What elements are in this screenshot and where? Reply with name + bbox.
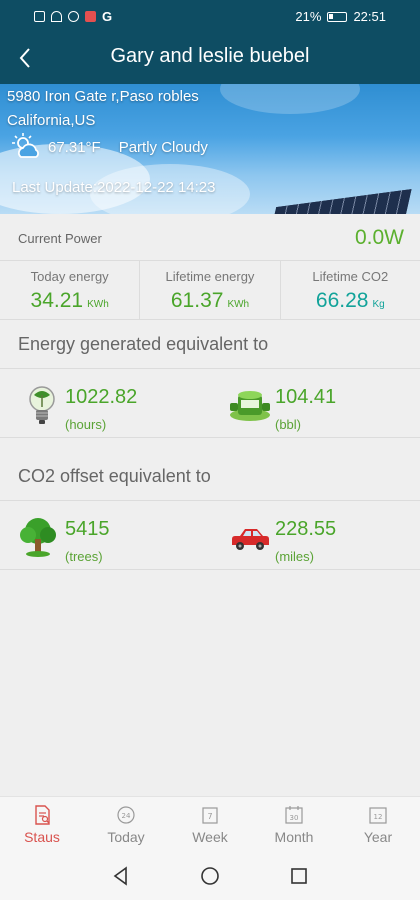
chevron-left-icon <box>19 48 30 68</box>
miles-equivalent: 228.55 (miles) <box>210 501 420 571</box>
system-status-bar: G 21% 22:51 <box>0 0 420 32</box>
last-update: Last Update:2022-12-22 14:23 <box>12 179 216 196</box>
week-calendar-icon: 7 <box>202 807 218 824</box>
oil-equivalent: 104.41 (bbl) <box>210 369 420 439</box>
tab-year[interactable]: 12 Year <box>336 797 420 851</box>
miles-unit: (miles) <box>275 549 314 564</box>
car-icon <box>232 529 269 550</box>
tab-status[interactable]: Staus <box>0 797 84 851</box>
trees-value: 5415 <box>65 518 110 540</box>
tab-year-label: Year <box>363 829 393 845</box>
miles-value: 228.55 <box>275 518 337 540</box>
tab-today[interactable]: 24 Today <box>84 797 168 851</box>
lifetime-co2-value-row: 66.28 Kg <box>281 289 420 313</box>
oil-bbl-unit: (bbl) <box>275 417 302 432</box>
today-day-number: 24 <box>122 812 131 820</box>
bulb-hours-value: 1022.82 <box>65 386 138 408</box>
site-info-banner: 5980 Iron Gate r,Paso robles California,… <box>0 84 420 214</box>
bulb-hours-unit: (hours) <box>65 417 107 432</box>
solar-panel-image <box>270 189 412 214</box>
lifetime-co2: Lifetime CO2 66.28 Kg <box>279 261 420 319</box>
app-header: Gary and leslie buebel <box>0 32 420 84</box>
weather-row: 67.31°F Partly Cloudy <box>12 133 208 161</box>
year-month-number: 12 <box>374 813 383 821</box>
today-energy-unit: KWh <box>87 299 109 310</box>
trees-unit: (trees) <box>65 549 103 564</box>
lifetime-energy: Lifetime energy 61.37 KWh <box>139 261 279 319</box>
weather-condition: Partly Cloudy <box>118 138 208 156</box>
nav-recents-icon[interactable] <box>288 865 310 887</box>
co2-offset-title: CO2 offset equivalent to <box>18 466 211 486</box>
month-day-number: 30 <box>290 814 299 822</box>
status-icons-left: G <box>34 9 112 24</box>
partly-cloudy-icon <box>12 133 39 158</box>
google-g-icon: G <box>102 9 113 24</box>
today-calendar-icon: 24 <box>117 806 135 824</box>
energy-equivalent-block: 1022.82 (hours) 104.41 (bbl) <box>0 368 420 438</box>
lifetime-energy-unit: KWh <box>227 299 250 310</box>
co2-offset-block: 5415 (trees) 228.55 (miles) <box>0 500 420 570</box>
current-power-row: Current Power 0.0W <box>0 214 420 258</box>
key-icon <box>68 11 79 22</box>
clock: 22:51 <box>353 9 386 24</box>
oil-bbl-value: 104.41 <box>275 386 337 408</box>
lifetime-co2-value: 66.28 <box>315 289 369 312</box>
light-bulb-icon <box>29 386 55 424</box>
notification-app-icon <box>85 11 96 22</box>
bulb-equivalent: 1022.82 (hours) <box>0 369 210 439</box>
cloud-decoration <box>220 84 360 114</box>
sim-icon <box>34 11 45 22</box>
tab-today-label: Today <box>107 829 145 845</box>
current-power-label: Current Power <box>18 231 102 246</box>
wifi-icon <box>51 11 62 22</box>
battery-icon <box>327 11 348 22</box>
trees-equivalent: 5415 (trees) <box>0 501 210 571</box>
temperature: 67.31°F <box>48 138 101 156</box>
today-energy-value: 34.21 <box>30 289 84 312</box>
tab-month-label: Month <box>274 829 314 845</box>
energy-equivalent-title: Energy generated equivalent to <box>18 334 269 354</box>
week-day-number: 7 <box>207 812 212 821</box>
lifetime-co2-label: Lifetime CO2 <box>312 269 389 284</box>
back-button[interactable] <box>12 44 40 72</box>
address-line-1: 5980 Iron Gate r,Paso robles <box>7 88 199 105</box>
status-report-icon <box>35 805 50 825</box>
battery-percent: 21% <box>295 9 322 24</box>
tab-week[interactable]: 7 Week <box>168 797 252 851</box>
lifetime-co2-unit: Kg <box>372 299 385 310</box>
month-calendar-icon: 30 <box>285 806 303 824</box>
year-calendar-icon: 12 <box>369 807 387 824</box>
nav-back-icon[interactable] <box>110 865 132 887</box>
address-line-2: California,US <box>7 112 96 129</box>
today-energy-label: Today energy <box>30 269 109 284</box>
tab-month[interactable]: 30 Month <box>252 797 336 851</box>
tree-icon <box>20 518 56 557</box>
system-navigation-bar <box>0 851 420 900</box>
bottom-tab-bar: Staus 24 Today 7 Week 30 Month 12 Year <box>0 796 420 851</box>
today-energy: Today energy 34.21 KWh <box>0 261 139 319</box>
page-title: Gary and leslie buebel <box>110 45 310 67</box>
lifetime-energy-label: Lifetime energy <box>165 269 255 284</box>
tab-status-label: Staus <box>24 829 60 845</box>
current-power-value: 0.0W <box>354 226 404 249</box>
nav-home-icon[interactable] <box>199 865 221 887</box>
oil-barrel-icon <box>230 391 270 421</box>
lifetime-energy-value: 61.37 <box>170 289 224 312</box>
energy-summary: Today energy 34.21 KWh Lifetime energy 61… <box>0 260 420 320</box>
status-icons-right: 21% 22:51 <box>295 9 386 24</box>
tab-week-label: Week <box>192 829 228 845</box>
lifetime-energy-value-row: 61.37 KWh <box>140 289 279 313</box>
today-energy-value-row: 34.21 KWh <box>0 289 139 313</box>
